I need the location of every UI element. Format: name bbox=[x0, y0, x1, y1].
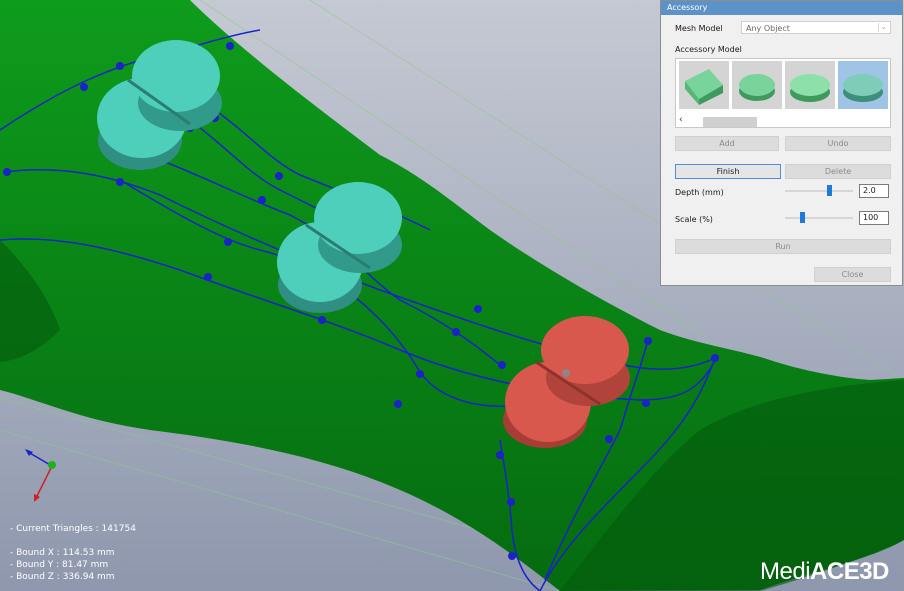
close-button[interactable]: Close bbox=[814, 267, 891, 282]
scale-slider-thumb[interactable] bbox=[800, 212, 805, 223]
depth-slider-track[interactable] bbox=[785, 190, 853, 192]
axis-gizmo-icon bbox=[25, 449, 56, 502]
accessory-thumb-oval[interactable] bbox=[785, 61, 835, 109]
mediace3d-logo: MediACE3D bbox=[760, 558, 889, 586]
mesh-model-label: Mesh Model bbox=[675, 24, 723, 33]
delete-button[interactable]: Delete bbox=[785, 164, 891, 179]
run-button[interactable]: Run bbox=[675, 239, 891, 254]
current-triangles-text: - Current Triangles : 141754 bbox=[10, 524, 136, 534]
accessory-thumb-oval-selected[interactable] bbox=[838, 61, 888, 109]
undo-button[interactable]: Undo bbox=[785, 136, 891, 151]
gallery-scrollbar-thumb[interactable] bbox=[703, 117, 757, 127]
scale-label: Scale (%) bbox=[675, 215, 713, 224]
accessory-model-label: Accessory Model bbox=[675, 45, 742, 54]
accessory-panel: Accessory Mesh Model Any Object ⌄ Access… bbox=[660, 0, 903, 286]
logo-text-1: Medi bbox=[760, 558, 811, 585]
mesh-model-dropdown[interactable]: Any Object ⌄ bbox=[741, 21, 891, 34]
bound-y-text: - Bound Y : 81.47 mm bbox=[10, 560, 109, 570]
finish-button[interactable]: Finish bbox=[675, 164, 781, 179]
scale-slider-track[interactable] bbox=[785, 217, 853, 219]
depth-label: Depth (mm) bbox=[675, 188, 724, 197]
bar-model-icon bbox=[685, 69, 723, 105]
depth-slider-thumb[interactable] bbox=[827, 185, 833, 196]
panel-title[interactable]: Accessory bbox=[661, 1, 902, 15]
mesh-model-value: Any Object bbox=[746, 24, 790, 33]
bound-z-text: - Bound Z : 336.94 mm bbox=[10, 572, 115, 582]
gizmo-handle[interactable] bbox=[562, 369, 570, 377]
scroll-left-icon[interactable]: ‹ bbox=[679, 115, 683, 125]
oval-cap-model-icon bbox=[790, 74, 830, 102]
logo-text-2: ACE3D bbox=[810, 558, 889, 585]
depth-input[interactable]: 2.0 bbox=[859, 184, 889, 198]
chevron-down-icon[interactable]: ⌄ bbox=[878, 23, 888, 32]
add-button[interactable]: Add bbox=[675, 136, 779, 151]
round-cap-model-icon bbox=[739, 74, 775, 101]
oval-cap-selected-icon bbox=[843, 74, 883, 102]
scale-input[interactable]: 100 bbox=[859, 211, 889, 225]
accessory-thumb-round[interactable] bbox=[732, 61, 782, 109]
accessory-model-gallery: ‹ bbox=[675, 58, 891, 128]
accessory-thumb-bar[interactable] bbox=[679, 61, 729, 109]
bound-x-text: - Bound X : 114.53 mm bbox=[10, 548, 115, 558]
